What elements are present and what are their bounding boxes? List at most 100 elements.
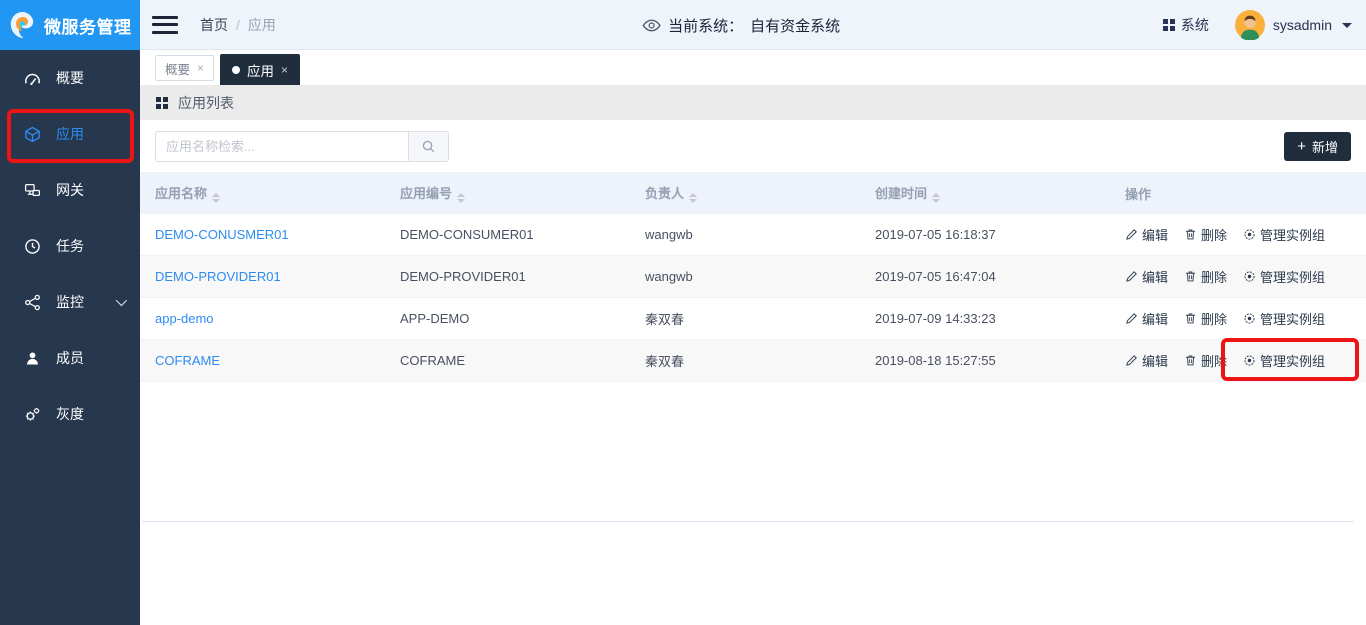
panel-title-bar: 应用列表 xyxy=(140,85,1366,120)
grid-icon xyxy=(1163,19,1175,31)
main-content: 概要 × 应用 × 应用列表 + xyxy=(140,50,1366,625)
column-header-created[interactable]: 创建时间 xyxy=(860,183,1110,203)
table-header: 应用名称 应用编号 负责人 创建时间 操作 xyxy=(140,172,1366,214)
sidebar-item-graylevel[interactable]: 灰度 xyxy=(0,386,140,442)
close-icon[interactable]: × xyxy=(281,63,288,77)
tab-bar: 概要 × 应用 × xyxy=(140,50,1366,85)
edit-link[interactable]: 编辑 xyxy=(1125,351,1168,370)
current-system-label: 当前系统： xyxy=(668,15,743,36)
column-header-name[interactable]: 应用名称 xyxy=(140,183,385,203)
owner-cell: wangwb xyxy=(630,227,860,242)
system-switch-button[interactable]: 系统 xyxy=(1163,15,1209,35)
app-root: 微服务管理 首页 / 应用 当前系统：自有资金系统 xyxy=(0,0,1366,625)
sidebar-item-label: 概要 xyxy=(56,68,84,88)
sidebar-item-label: 监控 xyxy=(56,292,84,312)
menu-toggle-icon[interactable] xyxy=(152,16,178,34)
manage-instances-link[interactable]: 管理实例组 xyxy=(1243,309,1325,328)
delete-link[interactable]: 删除 xyxy=(1184,351,1227,370)
sort-icon[interactable] xyxy=(212,193,220,203)
table-body: DEMO-CONUSMER01 DEMO-CONSUMER01 wangwb 2… xyxy=(140,214,1366,382)
created-cell: 2019-07-09 14:33:23 xyxy=(860,311,1110,326)
sidebar-item-label: 应用 xyxy=(56,124,84,144)
chevron-down-icon xyxy=(116,295,127,306)
gateway-icon xyxy=(24,182,41,199)
sidebar-item-label: 灰度 xyxy=(56,404,84,424)
system-switch-label: 系统 xyxy=(1181,15,1209,35)
sidebar-item-monitoring[interactable]: 监控 xyxy=(0,274,140,330)
table-row: app-demo APP-DEMO 秦双春 2019-07-09 14:33:2… xyxy=(140,298,1366,340)
user-menu[interactable]: sysadmin xyxy=(1235,10,1352,40)
tab-overview[interactable]: 概要 × xyxy=(155,55,214,81)
monitor-icon xyxy=(24,294,41,311)
app-code-cell: DEMO-CONSUMER01 xyxy=(385,227,630,242)
topbar-body: 首页 / 应用 当前系统：自有资金系统 系统 xyxy=(140,0,1366,49)
add-button-label: 新增 xyxy=(1312,137,1338,156)
search-button[interactable] xyxy=(408,131,449,162)
sidebar-item-label: 成员 xyxy=(56,348,84,368)
toolbar: + 新增 xyxy=(140,120,1366,172)
breadcrumb-separator: / xyxy=(236,17,240,33)
plus-icon: + xyxy=(1297,139,1306,154)
app-logo[interactable]: 微服务管理 xyxy=(0,0,140,50)
sort-icon[interactable] xyxy=(932,193,940,203)
sidebar-item-label: 任务 xyxy=(56,236,84,256)
tab-applications[interactable]: 应用 × xyxy=(220,54,300,85)
grid-icon xyxy=(156,97,168,109)
sidebar-item-tasks[interactable]: 任务 xyxy=(0,218,140,274)
delete-link[interactable]: 删除 xyxy=(1184,225,1227,244)
edit-link[interactable]: 编辑 xyxy=(1125,225,1168,244)
manage-instances-link[interactable]: 管理实例组 xyxy=(1243,351,1325,370)
table-row: DEMO-PROVIDER01 DEMO-PROVIDER01 wangwb 2… xyxy=(140,256,1366,298)
active-tab-dot xyxy=(232,66,240,74)
table-row: DEMO-CONUSMER01 DEMO-CONSUMER01 wangwb 2… xyxy=(140,214,1366,256)
topbar-right: 系统 sysadmin xyxy=(1163,0,1352,50)
app-name-link[interactable]: app-demo xyxy=(155,311,214,326)
breadcrumb-current: 应用 xyxy=(248,15,276,35)
app-name-link[interactable]: DEMO-PROVIDER01 xyxy=(155,269,281,284)
gears-icon xyxy=(24,406,41,423)
close-icon[interactable]: × xyxy=(197,61,204,75)
delete-link[interactable]: 删除 xyxy=(1184,309,1227,328)
search-input[interactable] xyxy=(155,131,408,162)
tab-label: 应用 xyxy=(247,60,274,80)
sort-icon[interactable] xyxy=(689,193,697,203)
column-header-code[interactable]: 应用编号 xyxy=(385,183,630,203)
add-button[interactable]: + 新增 xyxy=(1284,132,1351,161)
manage-instances-link[interactable]: 管理实例组 xyxy=(1243,225,1325,244)
cube-icon xyxy=(24,126,41,143)
clock-icon xyxy=(24,238,41,255)
column-header-actions: 操作 xyxy=(1110,184,1366,203)
breadcrumb: 首页 / 应用 xyxy=(200,15,276,35)
sidebar-item-applications[interactable]: 应用 xyxy=(0,106,140,162)
user-icon xyxy=(24,350,41,367)
sidebar-item-overview[interactable]: 概要 xyxy=(0,50,140,106)
panel-title: 应用列表 xyxy=(178,93,234,113)
logo-swirl-icon xyxy=(8,10,38,40)
created-cell: 2019-07-05 16:47:04 xyxy=(860,269,1110,284)
sort-icon[interactable] xyxy=(457,193,465,203)
column-header-owner[interactable]: 负责人 xyxy=(630,183,860,203)
content-divider xyxy=(142,521,1354,522)
app-code-cell: DEMO-PROVIDER01 xyxy=(385,269,630,284)
app-name-link[interactable]: DEMO-CONUSMER01 xyxy=(155,227,289,242)
avatar xyxy=(1235,10,1265,40)
owner-cell: 秦双春 xyxy=(630,309,860,328)
created-cell: 2019-07-05 16:18:37 xyxy=(860,227,1110,242)
created-cell: 2019-08-18 15:27:55 xyxy=(860,353,1110,368)
username: sysadmin xyxy=(1273,17,1332,33)
owner-cell: 秦双春 xyxy=(630,351,860,370)
delete-link[interactable]: 删除 xyxy=(1184,267,1227,286)
sidebar-item-gateway[interactable]: 网关 xyxy=(0,162,140,218)
app-code-cell: APP-DEMO xyxy=(385,311,630,326)
manage-instances-link[interactable]: 管理实例组 xyxy=(1243,267,1325,286)
edit-link[interactable]: 编辑 xyxy=(1125,309,1168,328)
eye-icon xyxy=(642,19,661,32)
breadcrumb-home[interactable]: 首页 xyxy=(200,15,228,35)
top-header: 微服务管理 首页 / 应用 当前系统：自有资金系统 xyxy=(0,0,1366,50)
current-system: 当前系统：自有资金系统 xyxy=(642,0,840,50)
sidebar-item-members[interactable]: 成员 xyxy=(0,330,140,386)
app-name-link[interactable]: COFRAME xyxy=(155,353,220,368)
logo-title: 微服务管理 xyxy=(44,13,132,38)
dashboard-icon xyxy=(24,70,41,87)
edit-link[interactable]: 编辑 xyxy=(1125,267,1168,286)
